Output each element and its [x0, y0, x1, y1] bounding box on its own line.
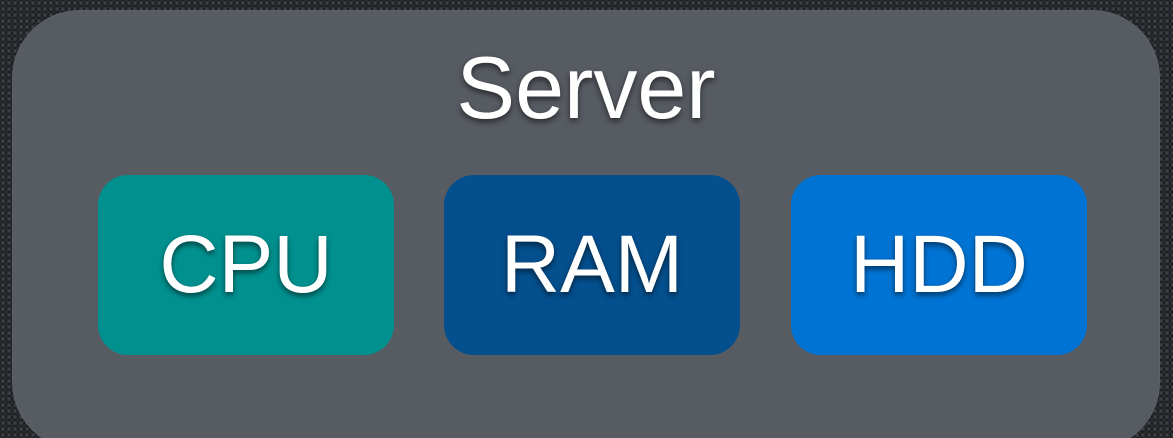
ram-label: RAM: [500, 219, 684, 310]
server-container: Server CPU RAM HDD: [12, 10, 1160, 438]
cpu-label: CPU: [159, 219, 333, 310]
server-title: Server: [456, 38, 716, 137]
hdd-block: HDD: [791, 175, 1087, 355]
ram-block: RAM: [444, 175, 740, 355]
cpu-block: CPU: [98, 175, 394, 355]
hdd-label: HDD: [850, 219, 1028, 310]
